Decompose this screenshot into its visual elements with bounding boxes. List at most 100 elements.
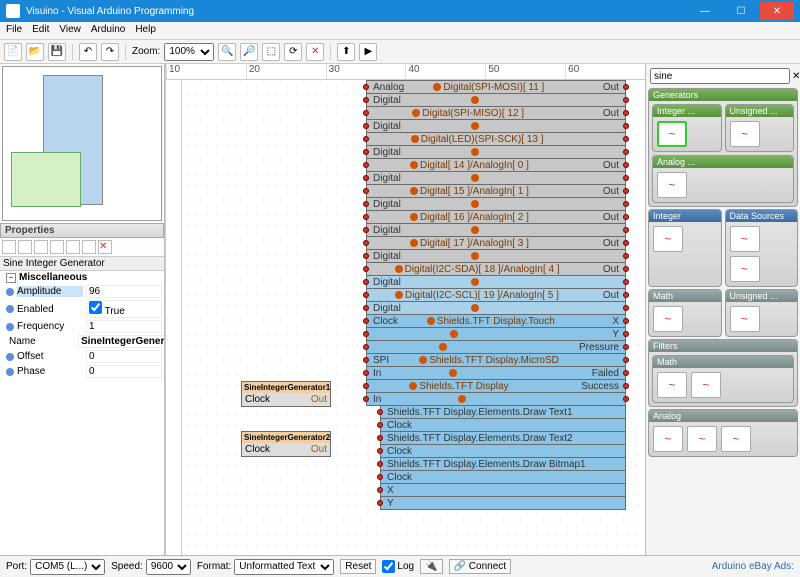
board-pin-row[interactable]: In — [366, 392, 626, 406]
component-palette: ✕ ▾ ▾ Generators Integer ... Unsigned ..… — [645, 64, 800, 555]
board-pin-row[interactable]: SPIShields.TFT Display.MicroSD — [366, 353, 626, 367]
board-sub-row[interactable]: Y — [380, 496, 626, 510]
log-checkbox[interactable]: Log — [382, 560, 414, 573]
search-clear-icon[interactable]: ✕ — [792, 71, 800, 82]
cat-integer[interactable]: Integer — [648, 209, 722, 287]
board-pin-row[interactable]: Y — [366, 327, 626, 341]
minimize-button[interactable]: — — [688, 2, 722, 20]
thumb-sine-int[interactable] — [657, 121, 687, 147]
board-sub-row[interactable]: Shields.TFT Display.Elements.Draw Text1 — [380, 405, 626, 419]
run-icon[interactable]: ▶ — [359, 43, 377, 61]
main-toolbar: 📄 📂 💾 ↶ ↷ Zoom: 100% 🔍 🔎 ⬚ ⟳ ✕ ⬆ ▶ — [0, 40, 800, 64]
board-pin-row[interactable]: Digital(LED)(SPI-SCK)[ 13 ] — [366, 132, 626, 146]
prop-row-frequency[interactable]: Frequency1 — [0, 319, 164, 334]
upload-icon[interactable]: ⬆ — [337, 43, 355, 61]
cat-unsigned2[interactable]: Unsigned ... — [725, 289, 799, 337]
board-sub-row[interactable]: Clock — [380, 444, 626, 458]
board-pin-row[interactable]: Digital — [366, 93, 626, 107]
enabled-checkbox[interactable] — [89, 301, 102, 314]
sine-generator-1[interactable]: SineIntegerGenerator1 ClockOut — [241, 381, 331, 407]
design-canvas[interactable]: 102030405060 AnalogDigital(SPI-MOSI)[ 11… — [165, 64, 645, 555]
cat-analog[interactable]: Analog — [648, 409, 798, 457]
open-button[interactable]: 📂 — [26, 43, 44, 61]
board-sub-row[interactable]: X — [380, 483, 626, 497]
prop-row-amplitude[interactable]: Amplitude96 — [0, 284, 164, 299]
board-pin-row[interactable]: AnalogDigital(SPI-MOSI)[ 11 ]Out — [366, 80, 626, 94]
prop-tool-4[interactable] — [50, 240, 64, 254]
port-select[interactable]: COM5 (L...) — [30, 559, 105, 575]
speed-select[interactable]: 9600 — [146, 559, 191, 575]
collapse-icon[interactable]: − — [6, 273, 16, 283]
board-sub-row[interactable]: Clock — [380, 470, 626, 484]
board-pin-row[interactable]: Digital — [366, 301, 626, 315]
prop-row-enabled[interactable]: Enabled True — [0, 299, 164, 319]
menu-help[interactable]: Help — [135, 24, 156, 37]
prop-tool-2[interactable] — [18, 240, 32, 254]
board-pin-row[interactable]: Digital — [366, 197, 626, 211]
ruler-vertical — [166, 80, 182, 555]
thumb-unsigned[interactable] — [730, 121, 760, 147]
title-bar: Visuino - Visual Arduino Programming — ☐… — [0, 0, 800, 22]
prop-row-phase[interactable]: Phase0 — [0, 364, 164, 379]
board-pin-row[interactable]: Digital — [366, 223, 626, 237]
maximize-button[interactable]: ☐ — [724, 2, 758, 20]
board-pin-row[interactable]: Digital — [366, 119, 626, 133]
menu-file[interactable]: File — [6, 24, 22, 37]
redo-button[interactable]: ↷ — [101, 43, 119, 61]
board-pin-row[interactable]: Pressure — [366, 340, 626, 354]
board-pin-row[interactable]: Digital[ 15 ]/AnalogIn[ 1 ]Out — [366, 184, 626, 198]
board-pin-row[interactable]: ClockShields.TFT Display.TouchX — [366, 314, 626, 328]
board-pin-row[interactable]: Shields.TFT DisplaySuccess — [366, 379, 626, 393]
cat-datasources[interactable]: Data Sources — [725, 209, 799, 287]
cat-math[interactable]: Math — [648, 289, 722, 337]
board-pin-row[interactable]: Digital — [366, 275, 626, 289]
delete-icon[interactable]: ✕ — [306, 43, 324, 61]
overview-panel[interactable] — [2, 66, 162, 221]
board-pin-row[interactable]: Digital — [366, 249, 626, 263]
board-pin-row[interactable]: Digital[ 17 ]/AnalogIn[ 3 ]Out — [366, 236, 626, 250]
board-pin-row[interactable]: Digital[ 14 ]/AnalogIn[ 0 ]Out — [366, 158, 626, 172]
prop-row-offset[interactable]: Offset0 — [0, 349, 164, 364]
new-button[interactable]: 📄 — [4, 43, 22, 61]
zoom-out-icon[interactable]: 🔎 — [240, 43, 258, 61]
menu-view[interactable]: View — [59, 24, 81, 37]
undo-button[interactable]: ↶ — [79, 43, 97, 61]
close-button[interactable]: ✕ — [760, 2, 794, 20]
cat-filters[interactable]: Filters Math — [648, 339, 798, 407]
save-button[interactable]: 💾 — [48, 43, 66, 61]
properties-title: Properties — [0, 223, 164, 238]
cat-generators[interactable]: Generators Integer ... Unsigned ... Anal… — [648, 88, 798, 207]
board-pin-row[interactable]: InFailed — [366, 366, 626, 380]
reset-button[interactable]: Reset — [340, 559, 376, 574]
board-pin-row[interactable]: Digital(SPI-MISO)[ 12 ]Out — [366, 106, 626, 120]
board-pin-row[interactable]: Digital — [366, 171, 626, 185]
prop-group: Miscellaneous — [19, 272, 87, 283]
board-pin-row[interactable]: Digital[ 16 ]/AnalogIn[ 2 ]Out — [366, 210, 626, 224]
zoom-fit-icon[interactable]: ⬚ — [262, 43, 280, 61]
format-select[interactable]: Unformatted Text — [234, 559, 334, 575]
board-sub-row[interactable]: Clock — [380, 418, 626, 432]
board-sub-row[interactable]: Shields.TFT Display.Elements.Draw Bitmap… — [380, 457, 626, 471]
menu-edit[interactable]: Edit — [32, 24, 49, 37]
prop-tool-6[interactable] — [82, 240, 96, 254]
board-sub-row[interactable]: Shields.TFT Display.Elements.Draw Text2 — [380, 431, 626, 445]
zoom-in-icon[interactable]: 🔍 — [218, 43, 236, 61]
prop-tool-5[interactable] — [66, 240, 80, 254]
prop-tool-delete[interactable]: ✕ — [98, 240, 112, 254]
disconnect-button[interactable]: 🔌 — [420, 559, 442, 574]
board-pin-row[interactable]: Digital(I2C-SCL)[ 19 ]/AnalogIn[ 5 ]Out — [366, 288, 626, 302]
refresh-icon[interactable]: ⟳ — [284, 43, 302, 61]
menu-arduino[interactable]: Arduino — [91, 24, 125, 37]
board-pin-row[interactable]: Digital — [366, 145, 626, 159]
connect-button[interactable]: 🔗 Connect — [449, 559, 511, 574]
arduino-board-block[interactable]: AnalogDigital(SPI-MOSI)[ 11 ]OutDigitalD… — [366, 80, 626, 509]
board-pin-row[interactable]: Digital(I2C-SDA)[ 18 ]/AnalogIn[ 4 ]Out — [366, 262, 626, 276]
prop-tool-3[interactable] — [34, 240, 48, 254]
zoom-select[interactable]: 100% — [164, 43, 214, 61]
sine-generator-2[interactable]: SineIntegerGenerator2 ClockOut — [241, 431, 331, 457]
prop-row-name[interactable]: NameSineIntegerGenerator1 — [0, 334, 164, 349]
palette-search-input[interactable] — [650, 68, 790, 84]
prop-tool-1[interactable] — [2, 240, 16, 254]
properties-tree[interactable]: −Miscellaneous Amplitude96 Enabled True … — [0, 271, 164, 555]
thumb-analog[interactable] — [657, 172, 687, 198]
